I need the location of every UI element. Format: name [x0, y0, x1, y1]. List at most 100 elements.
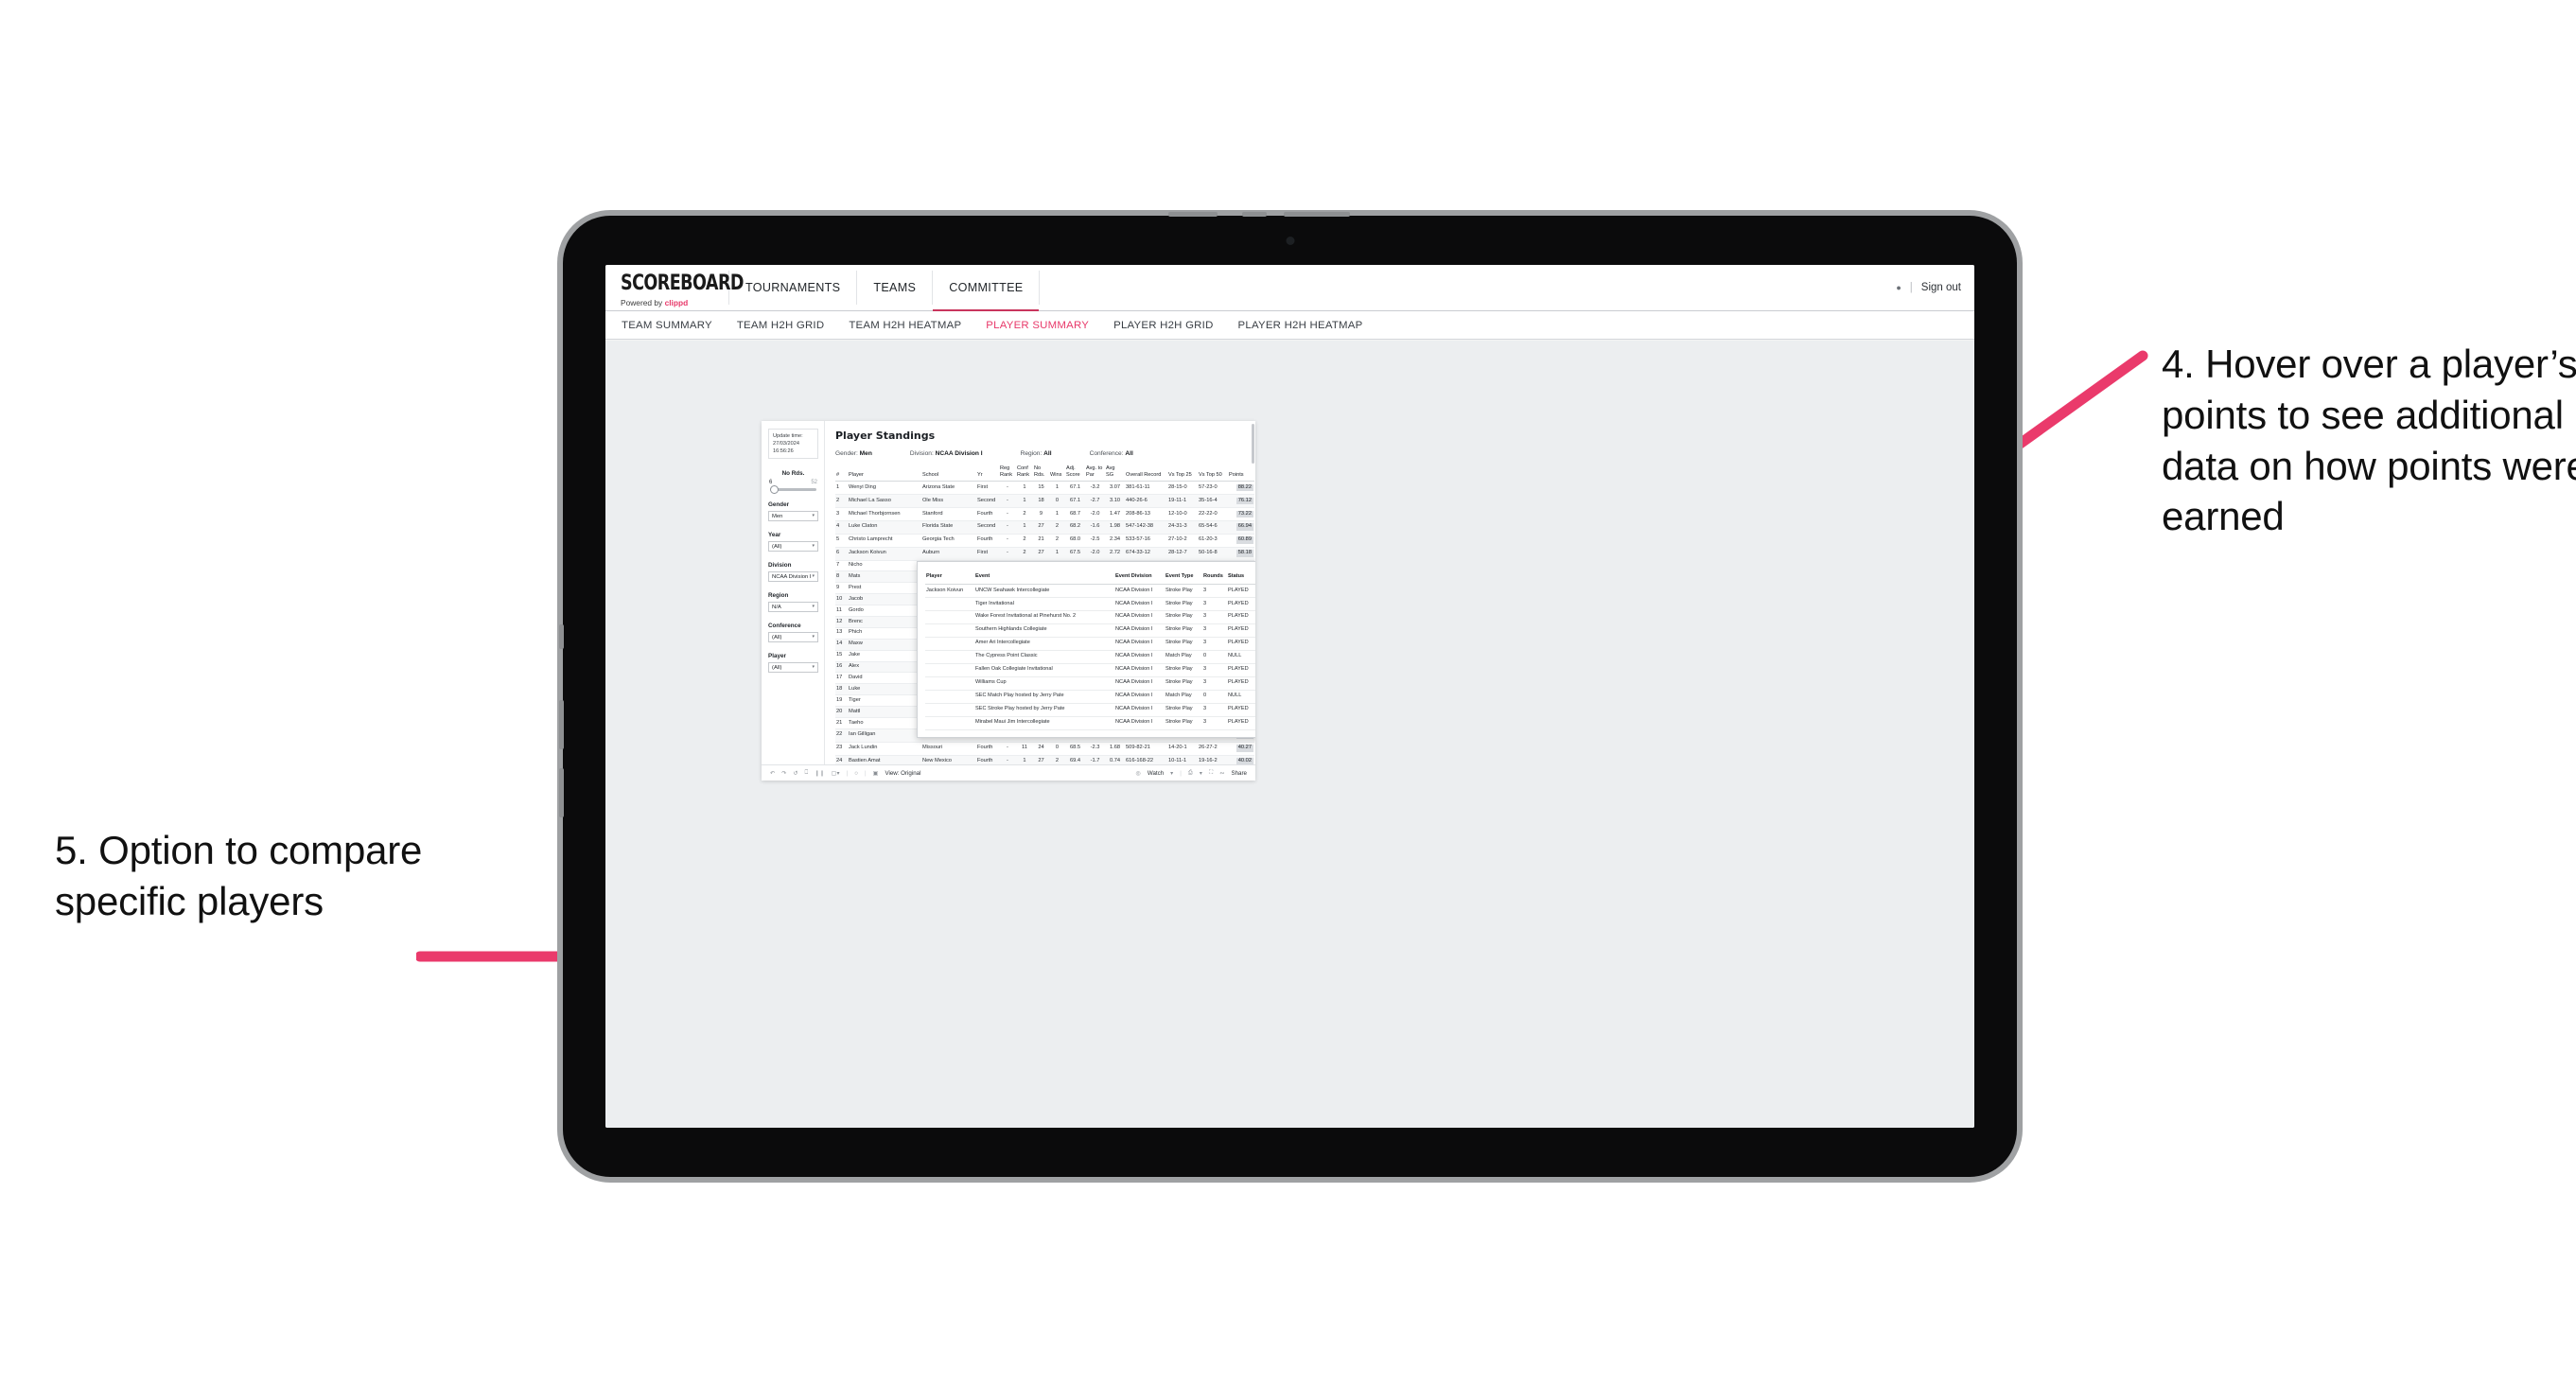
tooltip-body: Jackson Koivun UNCW Seahawk Intercollegia…	[925, 584, 1255, 730]
view-original-icon[interactable]: ▢▾	[832, 770, 840, 777]
col-avg-sg[interactable]: Avg SG	[1105, 465, 1125, 482]
overall-record-cell: 616-168-22	[1125, 755, 1167, 764]
col-player[interactable]: Player	[848, 465, 921, 482]
view-original-label[interactable]: View: Original	[885, 770, 920, 777]
overall-record-cell: 208-86-13	[1125, 507, 1167, 521]
user-avatar-icon[interactable]: ●	[1896, 283, 1901, 292]
no-rds-cell: 27	[1033, 755, 1049, 764]
table-row[interactable]: 6 Jackson Koivun Auburn First -2 27 1 67.5 -2.0 2…	[835, 547, 1254, 561]
tt-player-cell	[925, 676, 974, 691]
nav-tab-tournaments[interactable]: TOURNAMENTS	[729, 265, 856, 310]
adj-score-cell: 67.5	[1065, 547, 1085, 561]
subnav-player-h2h-grid[interactable]: PLAYER H2H GRID	[1113, 320, 1213, 331]
conference-value: (All)	[772, 634, 782, 640]
pause-icon[interactable]: ❙❙	[815, 770, 824, 777]
col-conf-rank[interactable]: Conf Rank	[1016, 465, 1033, 482]
sign-out-link[interactable]: Sign out	[1921, 282, 1961, 293]
subnav-player-h2h-heatmap[interactable]: PLAYER H2H HEATMAP	[1238, 320, 1363, 331]
toolbar-divider-2: |	[864, 769, 867, 777]
rank-cell: 19	[835, 694, 848, 708]
nav-tab-teams[interactable]: TEAMS	[857, 265, 932, 310]
col-school[interactable]: School	[921, 465, 976, 482]
points-cell[interactable]: 76.12	[1228, 494, 1254, 508]
subnav-team-h2h-heatmap[interactable]: TEAM H2H HEATMAP	[849, 320, 961, 331]
col-avg-to-par[interactable]: Avg. to Par	[1085, 465, 1105, 482]
fullscreen-icon[interactable]: ⛶	[1209, 769, 1213, 777]
filter-year: Year (All) ▾	[768, 532, 818, 553]
chevron-down-icon[interactable]: ▾	[1170, 770, 1173, 777]
watch-icon[interactable]: ◎	[1135, 770, 1140, 777]
tt-type-cell: Stroke Play	[1165, 610, 1202, 624]
viz-main-panel: Player Standings Gender: Men Division: N…	[825, 421, 1255, 764]
table-row[interactable]: 24 Bastien Amat New Mexico Fourth -1 27 2 69.4-…	[835, 755, 1254, 764]
watch-label[interactable]: Watch	[1148, 770, 1164, 777]
chevron-down-icon: ▾	[812, 634, 815, 640]
points-cell[interactable]: 66.94	[1228, 520, 1254, 535]
player-standings-viz: Update time: 27/03/2024 16:56:26 No Rds.…	[762, 421, 1255, 781]
points-cell[interactable]: 60.89	[1228, 534, 1254, 548]
tt-rounds-cell: 3	[1202, 597, 1227, 611]
logo-powered-by: Powered by clippd	[621, 298, 728, 307]
avg-sg-cell: 0.74	[1105, 755, 1125, 764]
table-row[interactable]: 5 Christo Lamprecht Georgia Tech Fourth -2 21…	[835, 534, 1254, 548]
col-overall-record[interactable]: Overall Record	[1125, 465, 1167, 482]
subnav-team-h2h-grid[interactable]: TEAM H2H GRID	[737, 320, 824, 331]
points-cell[interactable]: 88.22	[1228, 481, 1254, 496]
table-row[interactable]: 23 Jack Lundin Missouri Fourth -11 24 0 68.5 -2.…	[835, 742, 1254, 756]
share-icon[interactable]: ∾	[1219, 770, 1224, 777]
alerts-icon[interactable]: ○	[854, 770, 858, 777]
table-row[interactable]: 1 Wenyi Ding Arizona State First -1 15 1 67.1 -3…	[835, 481, 1254, 496]
device-button-top-3	[1284, 212, 1350, 217]
table-row[interactable]: 3 Michael Thorbjornsen Stanford Fourth -2 9 1 6…	[835, 507, 1254, 521]
gender-dropdown[interactable]: Men ▾	[768, 511, 818, 522]
school-cell: Florida State	[921, 520, 976, 535]
subnav-team-summary[interactable]: TEAM SUMMARY	[622, 320, 712, 331]
nav-tab-committee[interactable]: COMMITTEE	[933, 265, 1040, 311]
summary-division-value: NCAA Division I	[935, 450, 983, 457]
col-reg-rank[interactable]: Reg Rank	[999, 465, 1016, 482]
col-points[interactable]: Points	[1228, 465, 1254, 482]
player-dropdown[interactable]: (All) ▾	[768, 662, 818, 674]
tt-division-cell: NCAA Division I	[1114, 663, 1165, 677]
tablet-screen: SCOREBOARD Powered by clippd TOURNAMENTS…	[605, 265, 1974, 1128]
download-icon[interactable]: ⎙	[1188, 769, 1193, 777]
points-cell[interactable]: 58.18	[1228, 547, 1254, 561]
year-dropdown[interactable]: (All) ▾	[768, 541, 818, 553]
no-rounds-slider[interactable]	[770, 485, 816, 495]
overall-record-cell: 533-57-16	[1125, 534, 1167, 548]
col-vs-top-50[interactable]: Vs Top 50	[1198, 465, 1228, 482]
player-cell: Tiger	[848, 694, 921, 708]
chevron-down-icon[interactable]: ▾	[1200, 770, 1202, 777]
share-label[interactable]: Share	[1231, 770, 1247, 777]
view-icon[interactable]: ▣	[873, 770, 879, 777]
col-rank[interactable]: #	[835, 465, 848, 482]
tt-type-cell: Stroke Play	[1165, 584, 1202, 598]
player-value: (All)	[772, 664, 782, 671]
app-logo[interactable]: SCOREBOARD Powered by clippd	[605, 265, 744, 310]
undo-icon[interactable]: ↶	[770, 770, 775, 777]
player-cell: Prest	[848, 582, 921, 595]
refresh-icon[interactable]: ⎕	[805, 769, 809, 777]
region-dropdown[interactable]: N/A ▾	[768, 602, 818, 613]
col-no-rds[interactable]: No Rds.	[1033, 465, 1049, 482]
wins-cell: 0	[1049, 494, 1065, 508]
redo-icon[interactable]: ↷	[781, 770, 786, 777]
col-adj-score[interactable]: Adj. Score	[1065, 465, 1085, 482]
viz-toolbar: ↶ ↷ ↺ ⎕ ❙❙ ▢▾ | ○ | ▣ View: Original ◎ W…	[762, 764, 1255, 781]
col-yr[interactable]: Yr	[976, 465, 999, 482]
conference-dropdown[interactable]: (All) ▾	[768, 632, 818, 643]
col-vs-top-25[interactable]: Vs Top 25	[1167, 465, 1198, 482]
tooltip-row: Tiger Invitational NCAA Division I Stroke …	[925, 597, 1255, 611]
player-cell: Jacob	[848, 593, 921, 606]
revert-icon[interactable]: ↺	[793, 770, 797, 777]
subnav-player-summary[interactable]: PLAYER SUMMARY	[986, 320, 1089, 331]
points-cell[interactable]: 73.22	[1228, 507, 1254, 521]
table-row[interactable]: 2 Michael La Sasso Ole Miss Second -1 18 0 67.1…	[835, 494, 1254, 508]
points-cell[interactable]: 40.02	[1228, 755, 1254, 764]
points-cell[interactable]: 40.27	[1228, 742, 1254, 756]
no-rounds-slider-handle[interactable]	[770, 485, 779, 495]
col-wins[interactable]: Wins	[1049, 465, 1065, 482]
table-row[interactable]: 4 Luke Claton Florida State Second -1 27 2 68.2…	[835, 520, 1254, 535]
division-dropdown[interactable]: NCAA Division I ▾	[768, 571, 818, 583]
conf-rank-cell: 2	[1016, 534, 1033, 548]
